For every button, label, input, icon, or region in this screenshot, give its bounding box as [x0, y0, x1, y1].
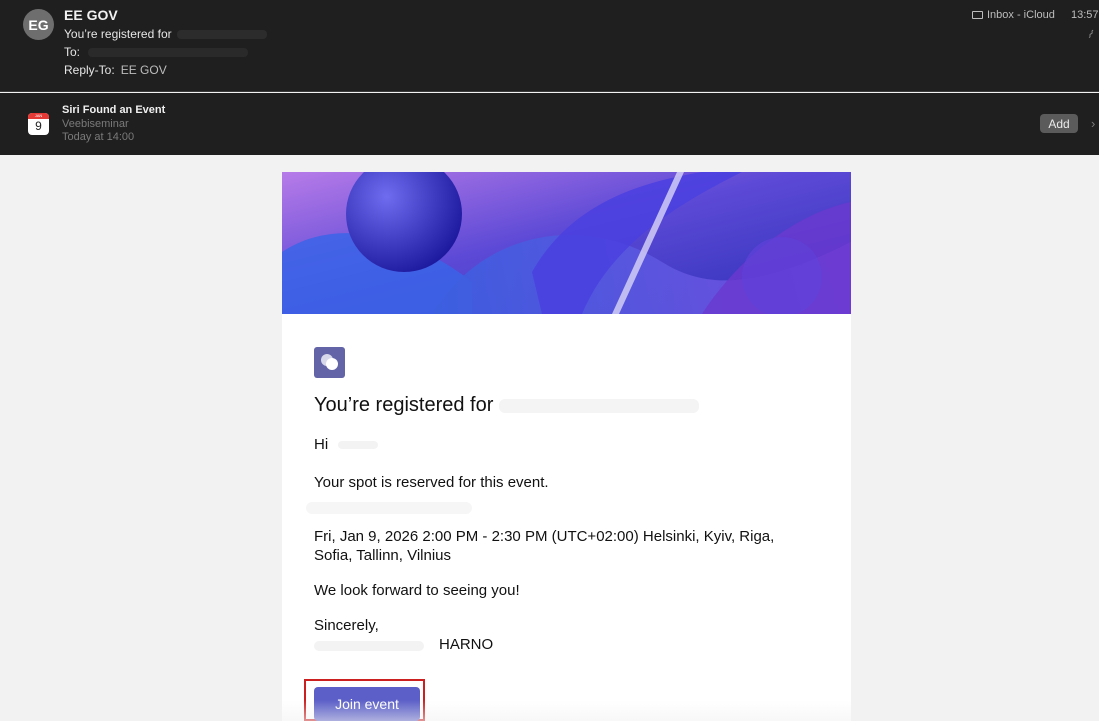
reply-to-value[interactable]: EE GOV: [121, 63, 167, 77]
signature-text: HARNO: [439, 636, 494, 653]
banner-image: [282, 172, 851, 314]
folder-icon: [972, 11, 983, 19]
subject-text: You’re registered for: [64, 27, 172, 41]
to-label: To:: [64, 45, 81, 59]
mail-header: EG EE GOV You’re registered for To: Repl…: [0, 0, 1099, 92]
to-line: To:: [64, 45, 249, 59]
received-time: 13:57: [1071, 9, 1099, 21]
heading-text: You’re registered for: [314, 394, 494, 416]
redacted-subject: [176, 29, 267, 39]
sincerely-text: Sincerely,: [314, 617, 379, 634]
redacted-event-name: [499, 398, 700, 413]
siri-event-time: Today at 14:00: [62, 131, 135, 143]
add-event-button[interactable]: Add: [1040, 114, 1078, 133]
mailbox-label: Inbox - iCloud: [987, 9, 1055, 21]
siri-suggestion-bar: [0, 93, 1099, 155]
attachment-icon: ⌇: [1085, 28, 1096, 42]
greeting: Hi: [314, 435, 379, 454]
reserved-text: Your spot is reserved for this event.: [314, 474, 549, 491]
sender-avatar: EG: [23, 9, 54, 40]
redacted-name: [338, 441, 379, 450]
join-event-button[interactable]: Join event: [314, 687, 420, 721]
look-forward-text: We look forward to seeing you!: [314, 582, 520, 599]
greeting-text: Hi: [314, 436, 329, 453]
redacted-signature: [314, 641, 424, 651]
registration-heading: You’re registered for: [314, 394, 700, 417]
subject-line: You’re registered for: [64, 27, 267, 41]
redacted-event-title: [306, 502, 472, 514]
chevron-right-icon[interactable]: ›: [1091, 116, 1095, 131]
siri-title: Siri Found an Event: [62, 104, 166, 116]
reply-to-label: Reply-To:: [64, 63, 115, 77]
reply-to-line: Reply-To: EE GOV: [64, 63, 167, 77]
sender-name: EE GOV: [64, 7, 118, 23]
mailbox-location[interactable]: Inbox - iCloud: [972, 9, 1055, 21]
calendar-day: 9: [35, 119, 42, 133]
banner-graphic: [282, 172, 851, 314]
teams-icon: [314, 347, 345, 378]
siri-event-name: Veebiseminar: [62, 118, 129, 130]
event-datetime: Fri, Jan 9, 2026 2:00 PM - 2:30 PM (UTC+…: [314, 528, 775, 564]
redacted-recipient: [88, 47, 249, 57]
calendar-icon: JAN 9: [28, 113, 49, 135]
